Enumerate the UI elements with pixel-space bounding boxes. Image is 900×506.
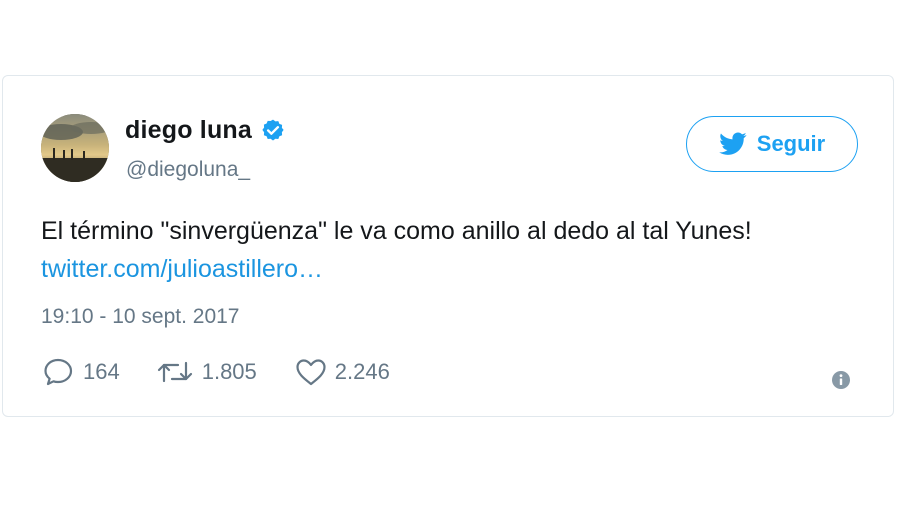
twitter-bird-icon (718, 132, 747, 156)
avatar-image (41, 114, 109, 182)
follow-button[interactable]: Seguir (686, 116, 858, 172)
reply-button[interactable]: 164 (43, 357, 120, 387)
like-icon (295, 358, 327, 386)
reply-icon (43, 357, 75, 387)
author-name-row[interactable]: diego luna (125, 116, 286, 145)
follow-button-label: Seguir (756, 131, 826, 156)
retweet-icon (156, 359, 194, 385)
retweet-count: 1.805 (201, 359, 257, 384)
avatar[interactable] (41, 114, 109, 182)
like-button[interactable]: 2.246 (295, 358, 390, 386)
verified-badge-icon (260, 118, 286, 144)
tweet-card: diego luna @diegoluna_ Seguir El término… (2, 75, 894, 417)
tweet-actions: 164 1.805 2.246 (43, 357, 390, 387)
info-icon[interactable] (831, 370, 851, 390)
tweet-text-body: El término "sinvergüenza" le va como ani… (41, 217, 752, 245)
author-display-name[interactable]: diego luna (125, 116, 252, 145)
tweet-timestamp[interactable]: 19:10 - 10 sept. 2017 (41, 305, 240, 329)
tweet-link[interactable]: twitter.com/julioastillero… (41, 255, 323, 283)
reply-count: 164 (83, 359, 120, 384)
retweet-button[interactable]: 1.805 (156, 359, 257, 385)
tweet-text: El término "sinvergüenza" le va como ani… (41, 212, 841, 288)
like-count: 2.246 (334, 359, 390, 384)
author-handle[interactable]: @diegoluna_ (126, 158, 250, 182)
